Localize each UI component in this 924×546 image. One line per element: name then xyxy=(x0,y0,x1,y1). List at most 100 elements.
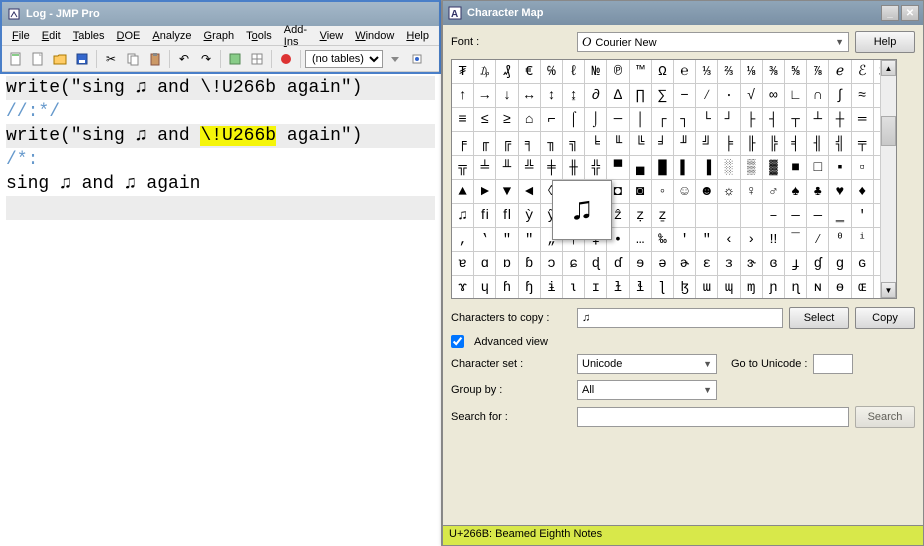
char-cell[interactable]: ▌ xyxy=(674,156,696,180)
menu-view[interactable]: View xyxy=(314,28,350,44)
char-cell[interactable]: ɤ xyxy=(452,276,474,299)
char-cell[interactable]: ◙ xyxy=(630,180,652,204)
menu-doe[interactable]: DOE xyxy=(111,28,147,44)
menu-file[interactable]: File xyxy=(6,28,36,44)
cut-icon[interactable]: ✂ xyxy=(101,49,121,69)
char-cell[interactable]: › xyxy=(741,228,763,252)
char-cell[interactable]: ╤ xyxy=(852,132,874,156)
char-cell[interactable]: ┴ xyxy=(807,108,829,132)
char-cell[interactable]: ɗ xyxy=(607,252,629,276)
char-cell[interactable]: ╞ xyxy=(718,132,740,156)
char-cell[interactable]: ↔ xyxy=(519,84,541,108)
new-icon[interactable] xyxy=(6,49,26,69)
char-cell[interactable]: ‼ xyxy=(763,228,785,252)
char-cell[interactable]: ⅛ xyxy=(741,60,763,84)
char-cell[interactable]: ə xyxy=(652,252,674,276)
char-cell[interactable]: ɝ xyxy=(741,252,763,276)
char-cell[interactable]: ɯ xyxy=(696,276,718,299)
char-cell[interactable]: ▐ xyxy=(696,156,718,180)
char-cell[interactable]: ‹ xyxy=(718,228,740,252)
grid-icon[interactable] xyxy=(247,49,267,69)
char-cell[interactable]: ɑ xyxy=(474,252,496,276)
char-cell[interactable]: ♥ xyxy=(829,180,851,204)
char-cell[interactable]: ₮ xyxy=(452,60,474,84)
char-cell[interactable]: ⅜ xyxy=(763,60,785,84)
run-icon[interactable] xyxy=(225,49,245,69)
char-cell[interactable]: ℓ xyxy=(563,60,585,84)
char-cell[interactable]: — xyxy=(785,204,807,228)
undo-icon[interactable]: ↶ xyxy=(174,49,194,69)
scroll-thumb[interactable] xyxy=(881,116,896,146)
char-cell[interactable]: ░ xyxy=(718,156,740,180)
char-cell[interactable]: ɲ xyxy=(763,276,785,299)
search-button[interactable]: Search xyxy=(855,406,915,428)
char-cell[interactable]: ∙ xyxy=(718,84,740,108)
char-cell[interactable]: ┬ xyxy=(785,108,807,132)
char-cell[interactable]: € xyxy=(519,60,541,84)
char-cell[interactable]: ╢ xyxy=(807,132,829,156)
char-cell[interactable]: □ xyxy=(807,156,829,180)
menu-analyze[interactable]: Analyze xyxy=(146,28,197,44)
menu-graph[interactable]: Graph xyxy=(198,28,241,44)
char-cell[interactable]: ‎ xyxy=(718,204,740,228)
char-cell[interactable]: ɭ xyxy=(652,276,674,299)
char-cell[interactable]: ɦ xyxy=(496,276,518,299)
char-cell[interactable]: " xyxy=(519,228,541,252)
char-cell[interactable]: ↕ xyxy=(541,84,563,108)
char-cell[interactable]: ╟ xyxy=(741,132,763,156)
char-cell[interactable]: ≈ xyxy=(852,84,874,108)
char-cell[interactable]: ▪ xyxy=(829,156,851,180)
char-cell[interactable]: ♦ xyxy=(852,180,874,204)
char-cell[interactable]: ⅝ xyxy=(785,60,807,84)
char-cell[interactable]: ∑ xyxy=(652,84,674,108)
char-cell[interactable]: ∫ xyxy=(829,84,851,108)
char-cell[interactable]: ɪ xyxy=(585,276,607,299)
char-cell[interactable]: ┤ xyxy=(763,108,785,132)
scrollbar[interactable]: ▲ ▼ xyxy=(880,60,896,298)
char-cell[interactable]: ╬ xyxy=(585,156,607,180)
char-cell[interactable]: ≥ xyxy=(496,108,518,132)
char-cell[interactable]: ⌂ xyxy=(519,108,541,132)
char-cell[interactable]: ≤ xyxy=(474,108,496,132)
char-cell[interactable]: ɠ xyxy=(807,252,829,276)
paste-icon[interactable] xyxy=(145,49,165,69)
char-cell[interactable]: ɞ xyxy=(763,252,785,276)
char-cell[interactable]: ẕ xyxy=(652,204,674,228)
char-cell[interactable]: ɨ xyxy=(541,276,563,299)
char-cell[interactable]: ℯ xyxy=(829,60,851,84)
char-cell[interactable]: ∞ xyxy=(763,84,785,108)
char-cell[interactable]: ╛ xyxy=(652,132,674,156)
char-cell[interactable]: ☼ xyxy=(718,180,740,204)
char-cell[interactable]: ∩ xyxy=(807,84,829,108)
char-cell[interactable]: " xyxy=(496,228,518,252)
char-cell[interactable]: ▄ xyxy=(630,156,652,180)
char-cell[interactable]: ™ xyxy=(630,60,652,84)
char-cell[interactable]: → xyxy=(474,84,496,108)
char-cell[interactable]: ► xyxy=(474,180,496,204)
dropdown-icon[interactable] xyxy=(385,49,405,69)
advanced-checkbox[interactable] xyxy=(451,335,464,348)
char-cell[interactable]: ╦ xyxy=(452,156,474,180)
copy-icon[interactable] xyxy=(123,49,143,69)
char-cell[interactable]: ɐ xyxy=(452,252,474,276)
char-cell[interactable]: ℗ xyxy=(607,60,629,84)
char-cell[interactable]: ′ xyxy=(674,228,696,252)
menu-addins[interactable]: Add-Ins xyxy=(278,22,314,50)
char-cell[interactable]: ╪ xyxy=(541,156,563,180)
char-cell[interactable]: ∟ xyxy=(785,84,807,108)
char-cell[interactable]: ⅓ xyxy=(696,60,718,84)
char-cell[interactable]: ' xyxy=(852,204,874,228)
char-cell[interactable]: ☻ xyxy=(696,180,718,204)
char-cell[interactable]: ◦ xyxy=(652,180,674,204)
char-cell[interactable]: ▲ xyxy=(452,180,474,204)
char-cell[interactable]: ▒ xyxy=(741,156,763,180)
char-cell[interactable]: ɥ xyxy=(474,276,496,299)
search-input[interactable] xyxy=(577,407,849,427)
char-grid[interactable]: ₮₯₰€℅ℓ№℗™Ω℮⅓⅔⅛⅜⅝⅞ℯℰℱ↑→↓↔↕↨∂∆∏∑−∕∙√∞∟∩∫≈≠… xyxy=(451,59,897,299)
char-cell[interactable]: ℰ xyxy=(852,60,874,84)
char-cell[interactable]: ╒ xyxy=(452,132,474,156)
char-cell[interactable]: │ xyxy=(630,108,652,132)
menu-help[interactable]: Help xyxy=(400,28,435,44)
char-cell[interactable]: ∂ xyxy=(585,84,607,108)
group-select[interactable]: All ▼ xyxy=(577,380,717,400)
